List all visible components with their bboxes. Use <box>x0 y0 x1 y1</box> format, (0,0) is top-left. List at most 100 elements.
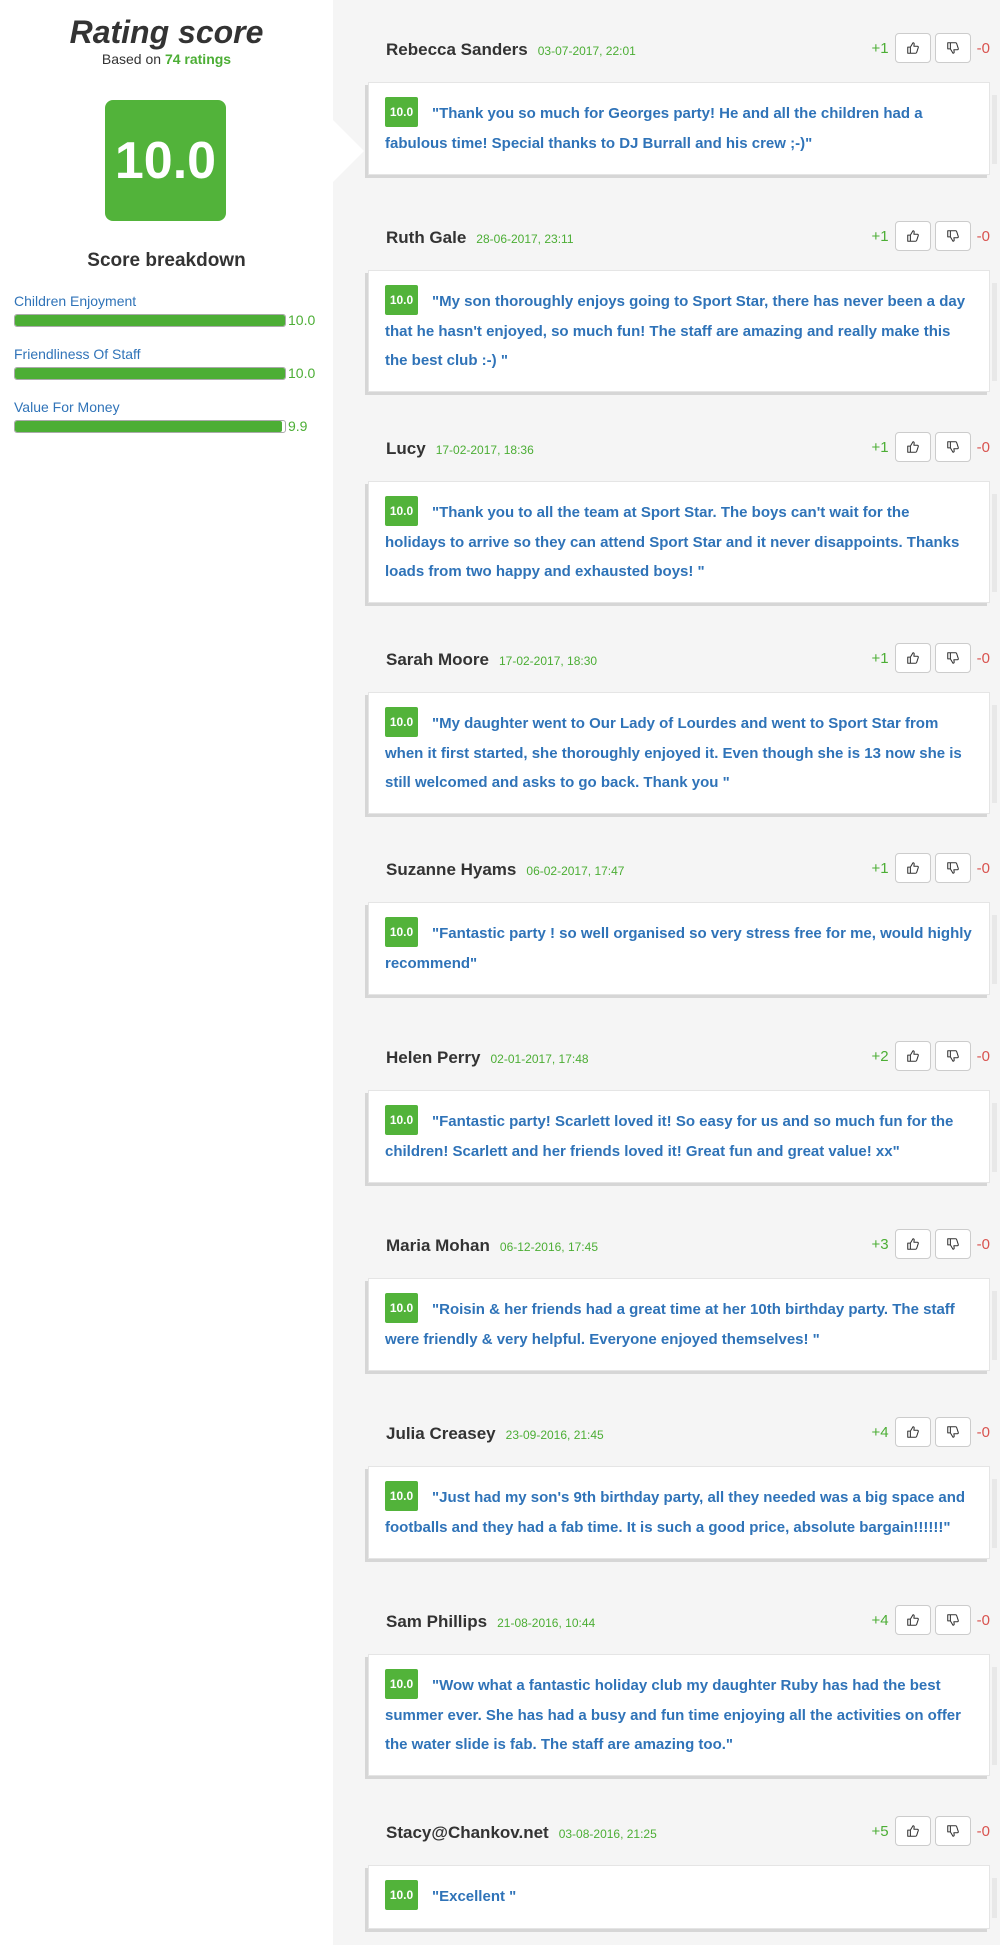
review-votes: +2 -0 <box>872 1041 990 1071</box>
thumbs-down-icon <box>946 1238 959 1250</box>
review-text-block: 10.0 "Thank you to all the team at Sport … <box>385 496 973 586</box>
review-body: 10.0 "My son thoroughly enjoys going to S… <box>368 270 997 393</box>
review-author-name: Stacy@Chankov.net <box>386 1823 549 1842</box>
thumbs-down-button[interactable] <box>934 1417 971 1447</box>
thumbs-down-icon <box>946 652 959 664</box>
rating-title: Rating score <box>69 14 264 50</box>
upvote-count: +1 <box>871 438 889 456</box>
upvote-count: +1 <box>871 859 889 877</box>
review-text-block: 10.0 "Excellent " <box>385 1880 973 1912</box>
criterion-bar-fill <box>15 421 283 432</box>
downvote-count: -0 <box>976 1611 990 1629</box>
criterion-bar-fill <box>15 368 285 379</box>
review-text-block: 10.0 "My daughter went to Our Lady of Lou… <box>385 707 973 797</box>
review-edge-shadow <box>992 705 997 804</box>
upvote-count: +1 <box>871 227 889 245</box>
criterion-bar <box>14 420 286 433</box>
thumbs-up-button[interactable] <box>894 1605 931 1635</box>
review-date: 03-08-2016, 21:25 <box>558 1827 657 1841</box>
review-item: Maria Mohan 06-12-2016, 17:45 +3 -0 10.0 "… <box>368 1226 997 1372</box>
downvote-count: -0 <box>976 1822 990 1840</box>
review-text: "My son thoroughly enjoys going to Sport… <box>385 293 966 370</box>
review-author-name: Maria Mohan <box>386 1236 490 1255</box>
downvote-count: -0 <box>976 649 990 667</box>
review-item: Sarah Moore 17-02-2017, 18:30 +1 -0 10.0 "… <box>368 640 997 815</box>
thumbs-down-icon <box>946 230 959 242</box>
thumbs-down-button[interactable] <box>934 432 971 462</box>
review-edge-shadow <box>992 1291 997 1361</box>
thumbs-down-button[interactable] <box>934 1041 971 1071</box>
thumbs-up-button[interactable] <box>894 1417 931 1447</box>
criterion-friendliness-of-staff: Friendliness Of Staff 10.0 <box>14 346 324 381</box>
review-item: Julia Creasey 23-09-2016, 21:45 +4 -0 10.… <box>368 1414 997 1560</box>
review-date: 21-08-2016, 10:44 <box>497 1616 596 1630</box>
review-text: "Fantastic party ! so well organised so … <box>385 925 972 973</box>
criterion-label: Children Enjoyment <box>14 293 137 309</box>
review-author-name: Rebecca Sanders <box>386 40 528 59</box>
review-body: 10.0 "Fantastic party ! so well organised… <box>368 902 997 996</box>
review-edge-shadow <box>992 494 997 593</box>
rating-count: 74 ratings <box>164 51 232 67</box>
thumbs-down-button[interactable] <box>934 1229 971 1259</box>
thumbs-down-icon <box>946 862 959 874</box>
thumbs-down-button[interactable] <box>934 643 971 673</box>
review-text: "Fantastic party! Scarlett loved it! So … <box>385 1113 954 1161</box>
downvote-count: -0 <box>976 438 990 456</box>
thumbs-up-button[interactable] <box>894 1816 931 1846</box>
review-text-block: 10.0 "Fantastic party ! so well organised… <box>385 917 973 978</box>
downvote-count: -0 <box>976 1047 990 1065</box>
review-author-name: Sam Phillips <box>386 1612 488 1631</box>
review-author: Stacy@Chankov.net 03-08-2016, 21:25 <box>386 1823 657 1843</box>
review-votes: +1 -0 <box>872 432 990 462</box>
thumbs-down-button[interactable] <box>934 853 971 883</box>
thumbs-down-button[interactable] <box>934 1816 971 1846</box>
review-text-block: 10.0 "My son thoroughly enjoys going to S… <box>385 285 973 375</box>
review-author: Helen Perry 02-01-2017, 17:48 <box>386 1048 589 1068</box>
thumbs-up-button[interactable] <box>894 221 931 251</box>
review-body: 10.0 "Thank you to all the team at Sport … <box>368 481 997 604</box>
review-votes: +4 -0 <box>872 1417 990 1447</box>
review-author: Sam Phillips 21-08-2016, 10:44 <box>386 1612 595 1632</box>
thumbs-up-button[interactable] <box>894 853 931 883</box>
review-body: 10.0 "Just had my son's 9th birthday part… <box>368 1466 997 1560</box>
review-text: "Wow what a fantastic holiday club my da… <box>385 1677 961 1754</box>
downvote-count: -0 <box>976 859 990 877</box>
review-header: Helen Perry 02-01-2017, 17:48 +2 -0 <box>368 1038 990 1078</box>
criterion-bar <box>14 367 286 380</box>
thumbs-up-icon <box>906 862 919 874</box>
review-date: 06-02-2017, 17:47 <box>526 864 625 878</box>
review-author: Rebecca Sanders 03-07-2017, 22:01 <box>386 40 636 60</box>
thumbs-up-button[interactable] <box>894 1229 931 1259</box>
review-score-badge: 10.0 <box>385 1105 418 1136</box>
downvote-count: -0 <box>976 227 990 245</box>
thumbs-up-button[interactable] <box>894 643 931 673</box>
thumbs-up-button[interactable] <box>894 1041 931 1071</box>
upvote-count: +4 <box>871 1423 889 1441</box>
thumbs-up-button[interactable] <box>894 33 931 63</box>
review-item: Suzanne Hyams 06-02-2017, 17:47 +1 -0 10.… <box>368 850 997 996</box>
review-item: Sam Phillips 21-08-2016, 10:44 +4 -0 10.0… <box>368 1602 997 1777</box>
review-author-name: Lucy <box>386 439 426 458</box>
review-edge-shadow <box>992 283 997 382</box>
review-body: 10.0 "Excellent " <box>368 1865 997 1930</box>
review-score-badge: 10.0 <box>385 1880 418 1911</box>
thumbs-up-icon <box>906 1050 919 1062</box>
thumbs-up-icon <box>906 1825 919 1837</box>
thumbs-up-button[interactable] <box>894 432 931 462</box>
review-votes: +5 -0 <box>872 1816 990 1846</box>
thumbs-down-button[interactable] <box>934 1605 971 1635</box>
review-votes: +1 -0 <box>872 643 990 673</box>
review-votes: +1 -0 <box>872 853 990 883</box>
upvote-count: +1 <box>871 649 889 667</box>
criterion-value: 10.0 <box>288 312 316 328</box>
review-votes: +1 -0 <box>872 33 990 63</box>
thumbs-down-button[interactable] <box>934 33 971 63</box>
thumbs-down-button[interactable] <box>934 221 971 251</box>
criterion-label: Value For Money <box>14 399 120 415</box>
upvote-count: +4 <box>871 1611 889 1629</box>
review-score-badge: 10.0 <box>385 285 418 316</box>
thumbs-up-icon <box>906 1238 919 1250</box>
review-edge-shadow <box>992 1103 997 1173</box>
thumbs-down-icon <box>946 1050 959 1062</box>
review-item: Ruth Gale 28-06-2017, 23:11 +1 -0 10.0 "My… <box>368 218 997 393</box>
